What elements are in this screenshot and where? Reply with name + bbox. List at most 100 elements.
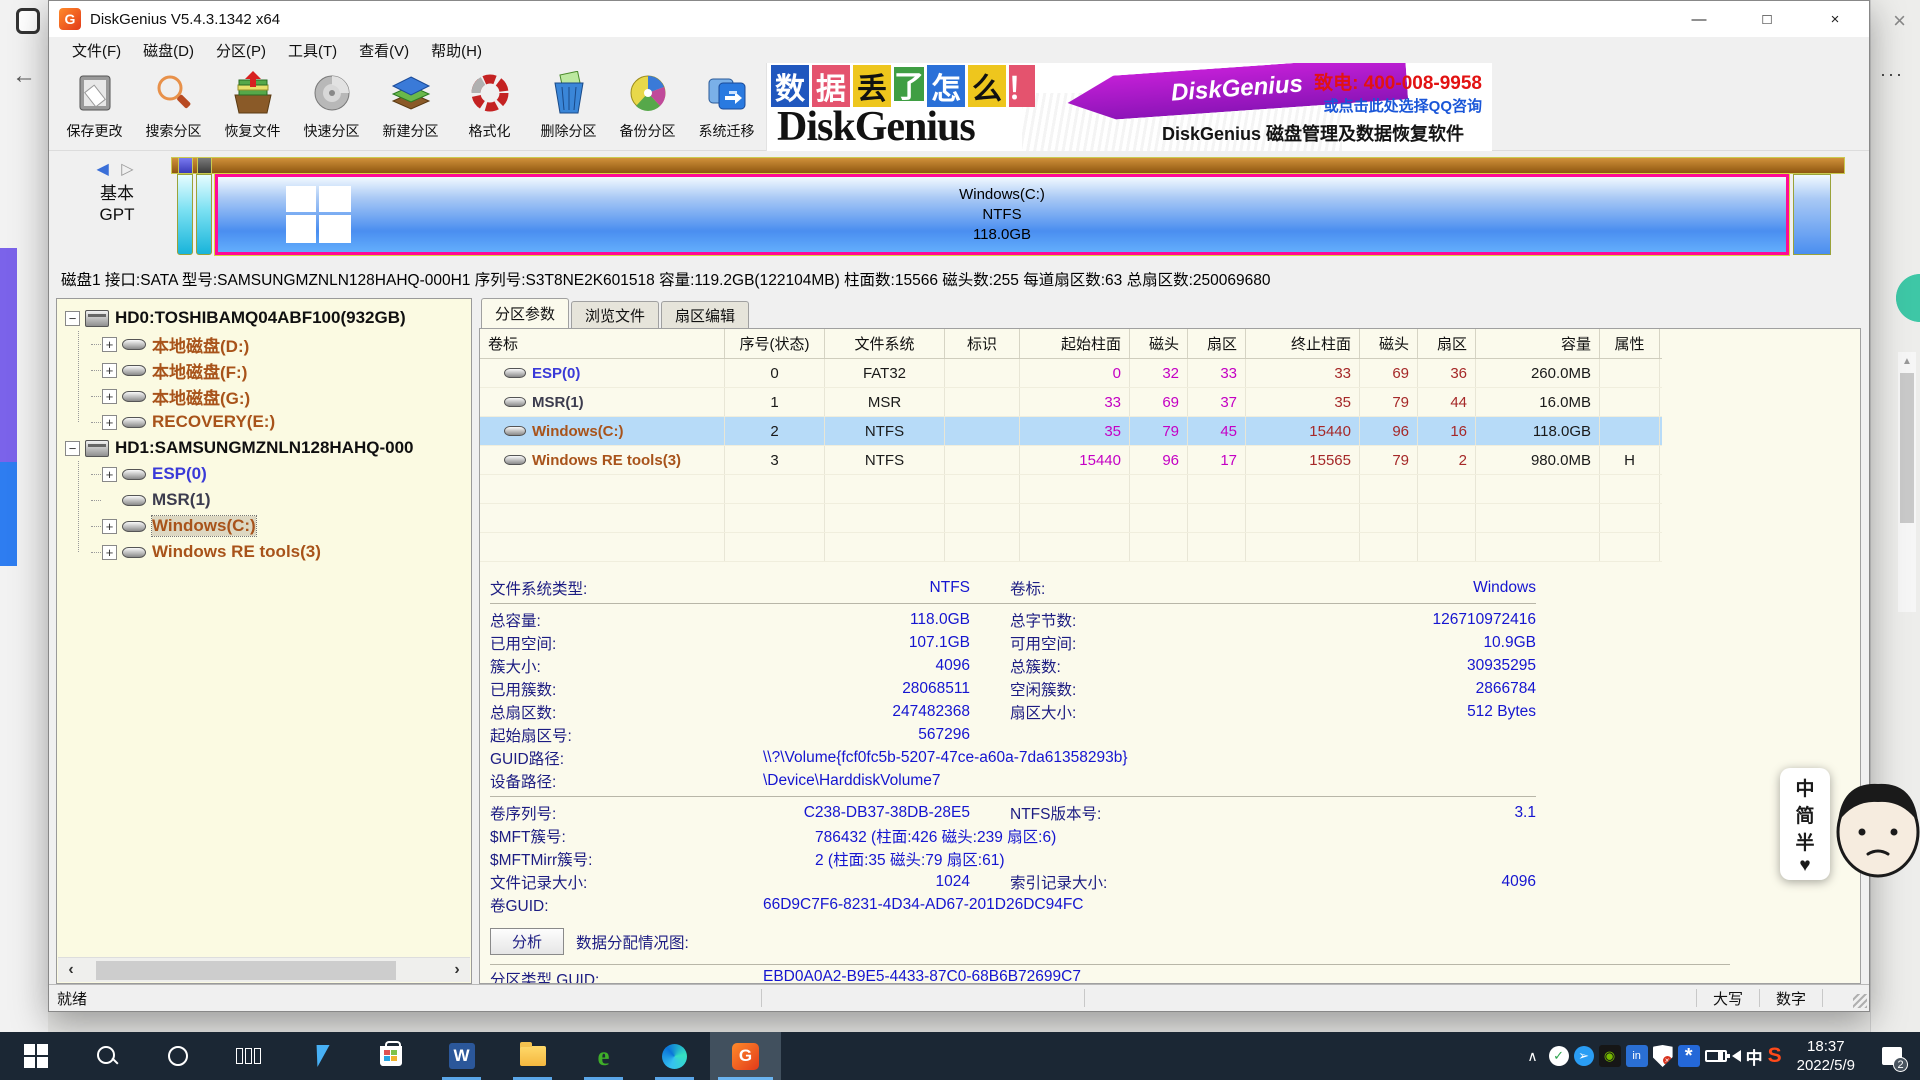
maximize-button[interactable]: □ [1733, 1, 1801, 37]
tree-item-esp[interactable]: + ESP(0) [57, 461, 471, 487]
recover-files-button[interactable]: 恢复文件 [213, 63, 292, 149]
ime-chinese-mode[interactable]: 中 [1795, 774, 1814, 801]
menu-disk[interactable]: 磁盘(D) [132, 40, 205, 61]
search-icon [96, 1045, 118, 1067]
battery-icon[interactable] [1705, 1050, 1727, 1062]
scroll-up-icon[interactable]: ▲ [1898, 352, 1916, 367]
prev-disk-icon[interactable]: ◀ [96, 161, 112, 178]
esp-cap [178, 157, 193, 174]
start-button[interactable] [0, 1032, 71, 1080]
expand-icon[interactable]: + [102, 363, 117, 378]
scroll-thumb[interactable] [1900, 373, 1914, 523]
expand-icon[interactable]: + [102, 545, 117, 560]
expand-icon[interactable]: + [102, 389, 117, 404]
scroll-right-icon[interactable]: › [444, 961, 470, 979]
table-row-msr[interactable]: MSR(1) 1 MSR 33 69 37 35 79 44 16.0MB [480, 388, 1662, 417]
re-tools-partition-block[interactable] [1793, 174, 1831, 255]
expand-icon[interactable]: + [102, 337, 117, 352]
expand-icon[interactable]: + [102, 415, 117, 430]
resize-grip[interactable] [1853, 994, 1867, 1008]
promo-banner[interactable]: 数 据 丢 了 怎 么 ！ DiskGenius DiskGenius 致电: … [766, 63, 1492, 151]
tree-item-local-d[interactable]: + 本地磁盘(D:) [57, 331, 471, 357]
ime-toolbar[interactable]: 中 简 半 ♥ [1780, 768, 1830, 880]
tree-item-hd1[interactable]: − HD1:SAMSUNGMZNLN128HAHQ-000 [57, 435, 471, 461]
ime-halfwidth-mode[interactable]: 半 [1795, 828, 1814, 855]
file-explorer-button[interactable] [497, 1032, 568, 1080]
expand-icon[interactable]: + [102, 467, 117, 482]
browser-360-button[interactable]: e [568, 1032, 639, 1080]
ime-indicator[interactable]: 中 [1746, 1044, 1763, 1069]
cortana-button[interactable] [142, 1032, 213, 1080]
diskgenius-taskbar-button[interactable]: G [710, 1032, 781, 1080]
security-check-icon[interactable]: ✓ [1549, 1046, 1569, 1066]
intel-graphics-icon[interactable]: in [1626, 1045, 1648, 1067]
banner-qq-link[interactable]: 或点击此处选择QQ咨询 [1324, 95, 1482, 116]
msr-partition-block[interactable] [196, 174, 212, 255]
format-button[interactable]: 格式化 [450, 63, 529, 149]
table-row-windows-re[interactable]: Windows RE tools(3) 3 NTFS 15440 96 17 1… [480, 446, 1662, 475]
edge-button[interactable] [639, 1032, 710, 1080]
system-migrate-button[interactable]: 系统迁移 [687, 63, 766, 149]
partition-icon [122, 495, 146, 506]
word-button[interactable]: W [426, 1032, 497, 1080]
snowflake-icon[interactable]: * [1678, 1045, 1700, 1067]
tree-item-windows-c[interactable]: + Windows(C:) [57, 513, 471, 539]
scroll-left-icon[interactable]: ‹ [58, 961, 84, 979]
messenger-icon[interactable]: ➢ [1574, 1046, 1594, 1066]
scroll-thumb[interactable] [96, 961, 396, 980]
ime-favorite-icon[interactable]: ♥ [1799, 855, 1810, 877]
partition-size: 118.0GB [959, 225, 1045, 245]
new-partition-button[interactable]: 新建分区 [371, 63, 450, 149]
table-row-esp[interactable]: ESP(0) 0 FAT32 0 32 33 33 69 36 260.0MB [480, 359, 1662, 388]
minimize-button[interactable]: — [1665, 1, 1733, 37]
menu-view[interactable]: 查看(V) [348, 40, 420, 61]
tab-browse-files[interactable]: 浏览文件 [571, 301, 659, 328]
flash-app-button[interactable] [284, 1032, 355, 1080]
quick-partition-button[interactable]: 快速分区 [292, 63, 371, 149]
save-changes-button[interactable]: 保存更改 [55, 63, 134, 149]
search-partition-button[interactable]: 搜索分区 [134, 63, 213, 149]
tab-sector-edit[interactable]: 扇区编辑 [661, 301, 749, 328]
ime-simplified-mode[interactable]: 简 [1795, 801, 1814, 828]
save-changes-icon [73, 71, 117, 115]
tree-item-windows-re[interactable]: + Windows RE tools(3) [57, 539, 471, 565]
tree-item-recovery-e[interactable]: + RECOVERY(E:) [57, 409, 471, 435]
menu-help[interactable]: 帮助(H) [420, 40, 493, 61]
nvidia-icon[interactable]: ◉ [1599, 1045, 1621, 1067]
menu-file[interactable]: 文件(F) [61, 40, 132, 61]
background-scrollbar[interactable]: ▲ [1898, 352, 1916, 612]
tree-item-msr[interactable]: + MSR(1) [57, 487, 471, 513]
tab-partition-params[interactable]: 分区参数 [481, 298, 569, 328]
taskbar-search-button[interactable] [71, 1032, 142, 1080]
menu-partition[interactable]: 分区(P) [205, 40, 277, 61]
task-view-button[interactable] [213, 1032, 284, 1080]
banner-tagline: DiskGenius 磁盘管理及数据恢复软件 [1162, 120, 1464, 146]
next-disk-icon[interactable]: ▷ [121, 161, 137, 178]
menu-tools[interactable]: 工具(T) [277, 40, 348, 61]
table-row-empty [480, 475, 1662, 504]
tree-horizontal-scrollbar[interactable]: ‹ › [58, 957, 470, 982]
sogou-icon[interactable]: S [1768, 1044, 1782, 1068]
windows-c-partition-block[interactable]: Windows(C:) NTFS 118.0GB [215, 174, 1789, 255]
tree-item-hd0[interactable]: − HD0:TOSHIBAMQ04ABF100(932GB) [57, 305, 471, 331]
expand-icon[interactable]: + [102, 519, 117, 534]
store-button[interactable] [355, 1032, 426, 1080]
table-row-windows-c-selected[interactable]: Windows(C:) 2 NTFS 35 79 45 15440 96 16 … [480, 417, 1662, 446]
tray-expand-icon[interactable]: ∧ [1527, 1048, 1537, 1065]
table-header-row: 卷标 序号(状态) 文件系统 标识 起始柱面 磁头 扇区 终止柱面 磁头 扇区 … [480, 329, 1662, 359]
disk-info-line: 磁盘1 接口:SATA 型号:SAMSUNGMZNLN128HAHQ-000H1… [49, 264, 1869, 294]
action-center-button[interactable]: 2 [1870, 1032, 1914, 1080]
tree-item-local-g[interactable]: + 本地磁盘(G:) [57, 383, 471, 409]
speaker-icon[interactable] [1732, 1050, 1741, 1062]
tree-item-local-f[interactable]: + 本地磁盘(F:) [57, 357, 471, 383]
taskbar-clock[interactable]: 18:37 2022/5/9 [1787, 1037, 1865, 1075]
esp-partition-block[interactable] [177, 174, 193, 255]
backup-partition-button[interactable]: 备份分区 [608, 63, 687, 149]
collapse-icon[interactable]: − [65, 311, 80, 326]
collapse-icon[interactable]: − [65, 441, 80, 456]
defender-shield-icon[interactable]: × [1653, 1045, 1673, 1067]
close-button[interactable]: × [1801, 1, 1869, 37]
detail-row: $MFT簇号:786432 (柱面:426 磁头:239 扇区:6) [490, 824, 1536, 847]
delete-partition-button[interactable]: 删除分区 [529, 63, 608, 149]
analyze-button[interactable]: 分析 [490, 928, 564, 955]
